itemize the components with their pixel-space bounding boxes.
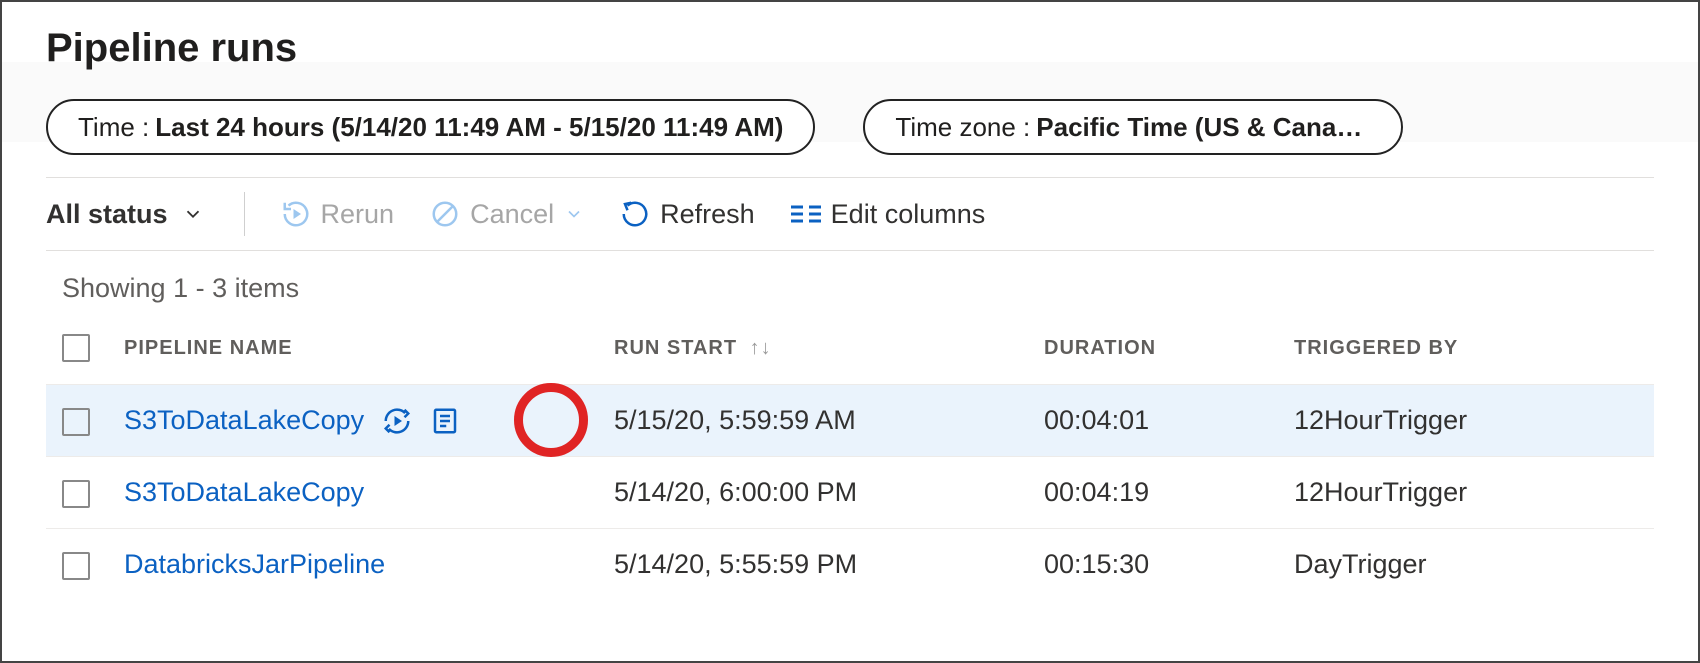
header-pipeline-name[interactable]: Pipeline name bbox=[116, 320, 606, 385]
table-header-row: Pipeline name Run start ↑↓ Duration Trig… bbox=[46, 320, 1654, 385]
header-triggered-by[interactable]: Triggered by bbox=[1286, 320, 1654, 385]
table-row[interactable]: DatabricksJarPipeline 5/14/20, 5:55:59 PM… bbox=[46, 529, 1654, 601]
cancel-button: Cancel bbox=[426, 195, 588, 234]
filter-row: Time : Last 24 hours (5/14/20 11:49 AM -… bbox=[46, 99, 1654, 155]
row-checkbox[interactable] bbox=[62, 552, 90, 580]
run-start-cell: 5/14/20, 6:00:00 PM bbox=[606, 457, 1036, 529]
run-start-cell: 5/14/20, 5:55:59 PM bbox=[606, 529, 1036, 601]
page-title: Pipeline runs bbox=[46, 26, 1654, 71]
pipeline-name-cell: S3ToDataLakeCopy bbox=[116, 385, 606, 457]
duration-cell: 00:15:30 bbox=[1036, 529, 1286, 601]
row-checkbox[interactable] bbox=[62, 408, 90, 436]
chevron-down-icon bbox=[182, 203, 204, 225]
time-filter-value: Last 24 hours (5/14/20 11:49 AM - 5/15/2… bbox=[155, 112, 783, 143]
rerun-icon bbox=[281, 199, 311, 229]
sort-icon: ↑↓ bbox=[750, 337, 772, 359]
select-all-checkbox[interactable] bbox=[62, 334, 90, 362]
consumption-report-icon[interactable] bbox=[430, 406, 460, 436]
cancel-label: Cancel bbox=[470, 199, 554, 230]
timezone-filter-prefix: Time zone : bbox=[895, 112, 1030, 143]
pipeline-name-link[interactable]: S3ToDataLakeCopy bbox=[124, 405, 364, 436]
triggered-by-cell: 12HourTrigger bbox=[1286, 385, 1654, 457]
pipeline-name-cell: DatabricksJarPipeline bbox=[116, 529, 606, 601]
row-checkbox[interactable] bbox=[62, 480, 90, 508]
annotation-highlight bbox=[514, 383, 588, 457]
result-count-label: Showing 1 - 3 items bbox=[62, 273, 1654, 304]
header-run-start[interactable]: Run start ↑↓ bbox=[606, 320, 1036, 385]
pipeline-name-link[interactable]: S3ToDataLakeCopy bbox=[124, 477, 364, 508]
rerun-label: Rerun bbox=[321, 199, 395, 230]
toolbar: All status Rerun Cancel bbox=[46, 177, 1654, 251]
time-filter-prefix: Time : bbox=[78, 112, 149, 143]
header-run-start-label: Run start bbox=[614, 337, 737, 359]
status-filter-label: All status bbox=[46, 199, 168, 230]
rerun-row-icon[interactable] bbox=[382, 406, 412, 436]
chevron-down-icon bbox=[564, 204, 584, 224]
cancel-icon bbox=[430, 199, 460, 229]
status-filter-dropdown[interactable]: All status bbox=[46, 199, 216, 230]
pipeline-runs-panel: Pipeline runs Time : Last 24 hours (5/14… bbox=[0, 0, 1700, 663]
toolbar-divider bbox=[244, 192, 245, 236]
triggered-by-cell: DayTrigger bbox=[1286, 529, 1654, 601]
edit-columns-label: Edit columns bbox=[831, 199, 986, 230]
timezone-filter-pill[interactable]: Time zone : Pacific Time (US & Canada) (… bbox=[863, 99, 1403, 155]
header-duration[interactable]: Duration bbox=[1036, 320, 1286, 385]
duration-cell: 00:04:01 bbox=[1036, 385, 1286, 457]
row-checkbox-cell bbox=[46, 385, 116, 457]
run-start-cell: 5/15/20, 5:59:59 AM bbox=[606, 385, 1036, 457]
refresh-icon bbox=[620, 199, 650, 229]
table-row[interactable]: S3ToDataLakeCopy 5/14/20, 6:00:00 PM00:04… bbox=[46, 457, 1654, 529]
pipeline-name-link[interactable]: DatabricksJarPipeline bbox=[124, 549, 385, 580]
rerun-button: Rerun bbox=[277, 195, 399, 234]
triggered-by-cell: 12HourTrigger bbox=[1286, 457, 1654, 529]
pipeline-name-cell: S3ToDataLakeCopy bbox=[116, 457, 606, 529]
columns-icon bbox=[791, 203, 821, 225]
time-filter-pill[interactable]: Time : Last 24 hours (5/14/20 11:49 AM -… bbox=[46, 99, 815, 155]
duration-cell: 00:04:19 bbox=[1036, 457, 1286, 529]
refresh-button[interactable]: Refresh bbox=[616, 195, 759, 234]
edit-columns-button[interactable]: Edit columns bbox=[787, 195, 990, 234]
refresh-label: Refresh bbox=[660, 199, 755, 230]
header-checkbox-cell bbox=[46, 320, 116, 385]
pipeline-runs-table: Pipeline name Run start ↑↓ Duration Trig… bbox=[46, 320, 1654, 601]
timezone-filter-value: Pacific Time (US & Canada) (UT... bbox=[1036, 112, 1371, 143]
table-row[interactable]: S3ToDataLakeCopy 5/15/20, 5:59:59 AM00:04… bbox=[46, 385, 1654, 457]
row-checkbox-cell bbox=[46, 529, 116, 601]
row-checkbox-cell bbox=[46, 457, 116, 529]
